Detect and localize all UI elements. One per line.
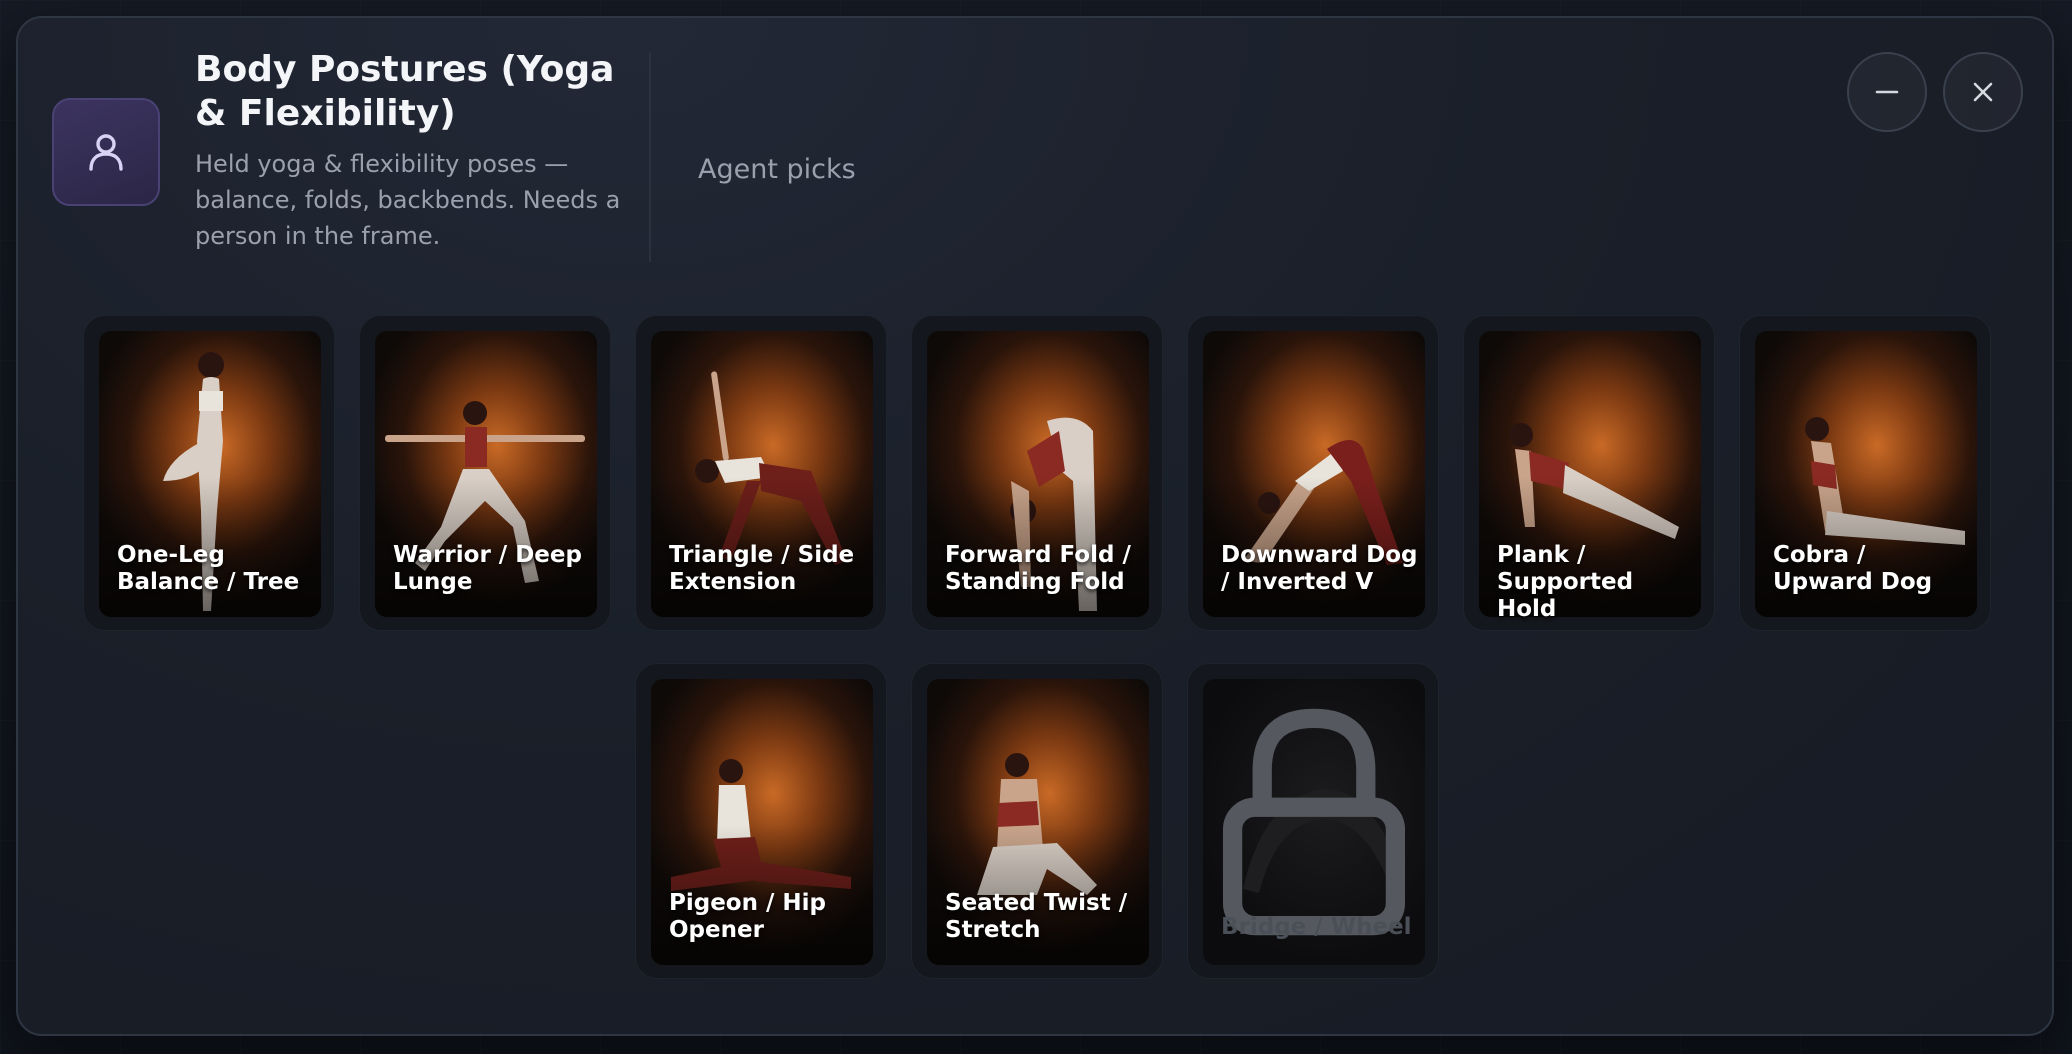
pose-card-tree[interactable]: One-Leg Balance / Tree [83, 315, 335, 631]
pose-card-warrior[interactable]: Warrior / Deep Lunge [359, 315, 611, 631]
category-icon-tile [52, 98, 160, 206]
pose-label: Pigeon / Hip Opener [669, 890, 826, 943]
pose-card-forward-fold[interactable]: Forward Fold / Standing Fold [911, 315, 1163, 631]
close-button[interactable] [1943, 52, 2023, 132]
pose-label: Downward Dog / Inverted V [1221, 542, 1418, 595]
pose-label: Cobra / Upward Dog [1773, 542, 1933, 595]
pose-label: Triangle / Side Extension [669, 542, 855, 595]
pose-card-bridge[interactable]: Bridge / Wheel [1187, 663, 1439, 979]
pose-card-seated-twist[interactable]: Seated Twist / Stretch [911, 663, 1163, 979]
dialog-title: Body Postures (Yoga & Flexibility) [195, 49, 615, 134]
minimize-button[interactable] [1847, 52, 1927, 132]
pose-label: Seated Twist / Stretch [945, 890, 1128, 943]
pose-label: Bridge / Wheel [1221, 914, 1412, 940]
pose-picker-dialog: Body Postures (Yoga & Flexibility) Held … [16, 16, 2054, 1036]
close-icon [1973, 82, 1993, 102]
pose-label: Plank / Supported Hold [1497, 542, 1634, 622]
agent-picks-label[interactable]: Agent picks [698, 154, 856, 185]
pose-label: Forward Fold / Standing Fold [945, 542, 1131, 595]
pose-card-plank[interactable]: Plank / Supported Hold [1463, 315, 1715, 631]
person-icon [89, 134, 123, 171]
pose-card-cobra[interactable]: Cobra / Upward Dog [1739, 315, 1991, 631]
pose-card-pigeon[interactable]: Pigeon / Hip Opener [635, 663, 887, 979]
pose-card-triangle[interactable]: Triangle / Side Extension [635, 315, 887, 631]
pose-card-downward-dog[interactable]: Downward Dog / Inverted V [1187, 315, 1439, 631]
dialog-description: Held yoga & flexibility poses — balance,… [195, 150, 621, 250]
pose-label: One-Leg Balance / Tree [117, 542, 300, 595]
pose-label: Warrior / Deep Lunge [393, 542, 582, 595]
header-divider [649, 52, 651, 262]
minus-icon [1875, 90, 1899, 94]
